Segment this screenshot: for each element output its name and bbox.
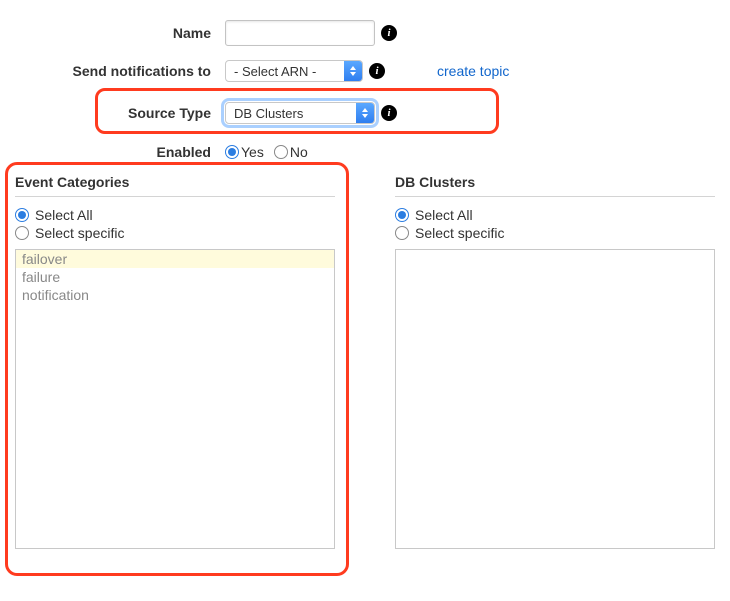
list-item[interactable]: failure — [16, 268, 334, 286]
ec-select-all-option[interactable]: Select All — [15, 207, 335, 223]
list-item[interactable]: failover — [16, 250, 334, 268]
dbc-select-specific-text: Select specific — [415, 225, 504, 241]
event-categories-listbox[interactable]: failover failure notification — [15, 249, 335, 549]
chevron-updown-icon — [344, 61, 362, 81]
info-icon[interactable]: i — [369, 63, 385, 79]
enabled-yes-text: Yes — [241, 144, 264, 160]
enabled-yes-option[interactable]: Yes — [225, 144, 264, 160]
source-type-select[interactable]: DB Clusters — [225, 102, 375, 124]
create-topic-link[interactable]: create topic — [437, 63, 509, 79]
info-icon[interactable]: i — [381, 25, 397, 41]
event-categories-title: Event Categories — [15, 174, 335, 197]
ec-select-specific-option[interactable]: Select specific — [15, 225, 335, 241]
ec-select-specific-text: Select specific — [35, 225, 124, 241]
ec-select-all-radio[interactable] — [15, 208, 29, 222]
dbc-select-all-option[interactable]: Select All — [395, 207, 715, 223]
notify-select-value: - Select ARN - — [226, 64, 344, 79]
enabled-label: Enabled — [15, 144, 225, 160]
enabled-no-text: No — [290, 144, 308, 160]
dbc-select-all-text: Select All — [415, 207, 473, 223]
dbc-select-all-radio[interactable] — [395, 208, 409, 222]
db-clusters-listbox[interactable] — [395, 249, 715, 549]
info-icon[interactable]: i — [381, 105, 397, 121]
dbc-select-specific-radio[interactable] — [395, 226, 409, 240]
notify-select[interactable]: - Select ARN - — [225, 60, 363, 82]
enabled-yes-radio[interactable] — [225, 145, 239, 159]
notify-label: Send notifications to — [15, 63, 225, 79]
dbc-select-specific-option[interactable]: Select specific — [395, 225, 715, 241]
chevron-updown-icon — [356, 103, 374, 123]
db-clusters-panel: DB Clusters Select All Select specific — [395, 174, 715, 549]
source-type-select-value: DB Clusters — [226, 106, 356, 121]
event-categories-panel: Event Categories Select All Select speci… — [15, 174, 335, 549]
enabled-no-option[interactable]: No — [274, 144, 308, 160]
enabled-no-radio[interactable] — [274, 145, 288, 159]
name-input[interactable] — [225, 20, 375, 46]
list-item[interactable]: notification — [16, 286, 334, 304]
db-clusters-title: DB Clusters — [395, 174, 715, 197]
source-type-label: Source Type — [15, 105, 225, 121]
ec-select-specific-radio[interactable] — [15, 226, 29, 240]
ec-select-all-text: Select All — [35, 207, 93, 223]
name-label: Name — [15, 25, 225, 41]
